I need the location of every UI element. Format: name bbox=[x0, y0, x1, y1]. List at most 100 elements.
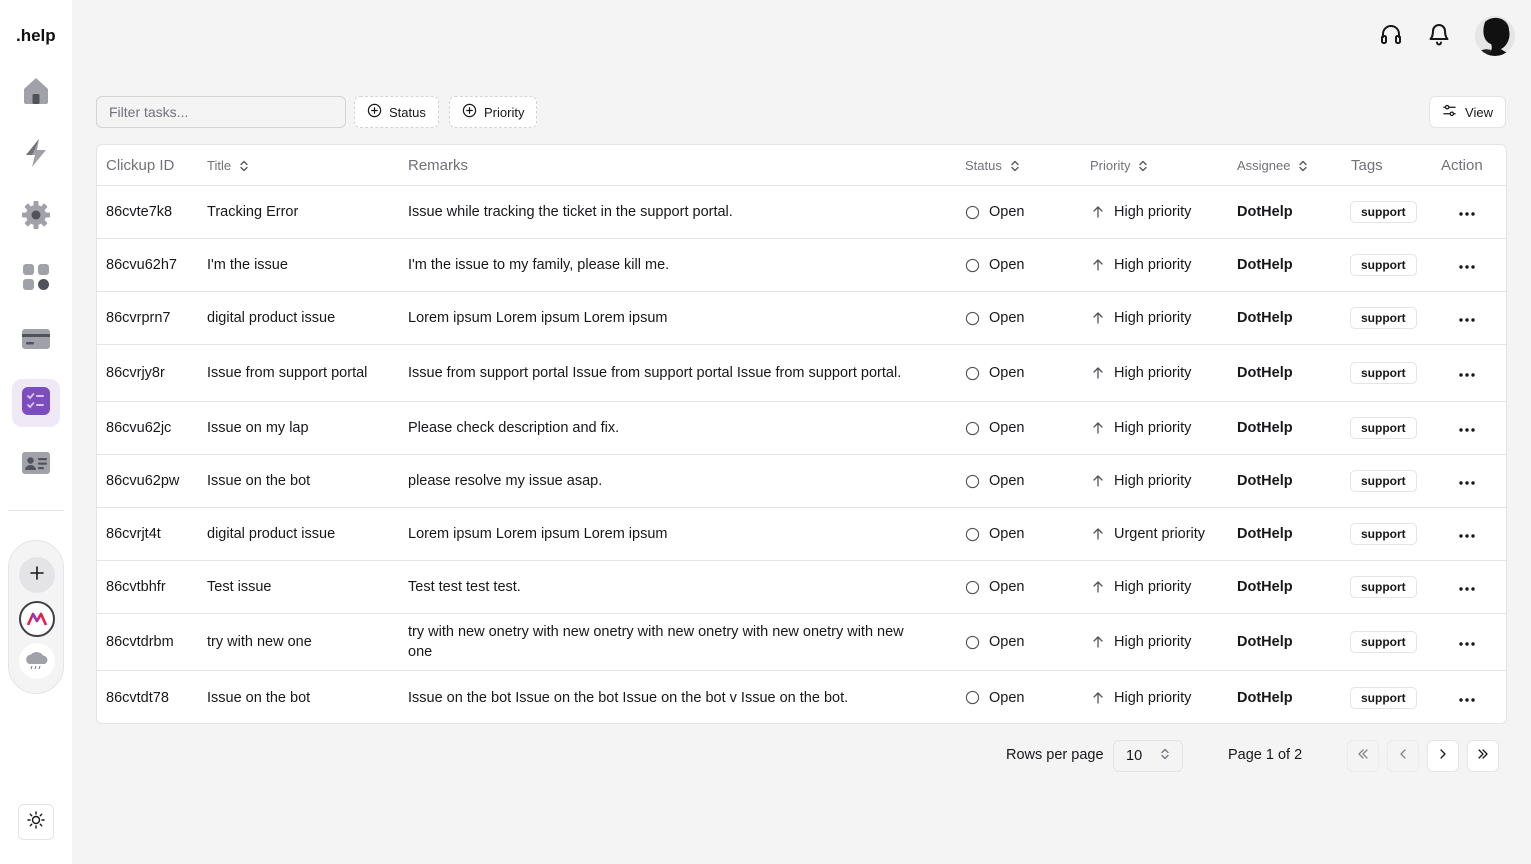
cell-remarks: Issue while tracking the ticket in the s… bbox=[408, 204, 733, 220]
table-row[interactable]: 86cvrjt4t digital product issue Lorem ip… bbox=[97, 508, 1506, 561]
cell-priority: Urgent priority bbox=[1091, 508, 1205, 560]
status-text: Open bbox=[989, 257, 1025, 273]
brand-logo[interactable]: .help bbox=[16, 26, 56, 46]
tasks-table: Clickup ID Title Remarks Status Priority… bbox=[96, 144, 1507, 724]
cell-action bbox=[1451, 345, 1483, 401]
cell-tags: support bbox=[1350, 614, 1417, 670]
filter-tasks-input[interactable] bbox=[96, 96, 346, 128]
add-workspace-button[interactable] bbox=[19, 557, 55, 593]
row-actions-button[interactable] bbox=[1451, 465, 1483, 497]
row-actions-button[interactable] bbox=[1451, 196, 1483, 228]
contact-card-icon bbox=[20, 447, 52, 484]
table-row[interactable]: 86cvu62jc Issue on my lap Please check d… bbox=[97, 402, 1506, 455]
cell-clickup-id: 86cvtdt78 bbox=[106, 689, 169, 706]
cell-title: Issue on my lap bbox=[207, 420, 309, 436]
row-actions-button[interactable] bbox=[1451, 626, 1483, 658]
cell-priority: High priority bbox=[1091, 292, 1191, 344]
rows-per-page-label: Rows per page bbox=[1006, 747, 1104, 763]
table-row[interactable]: 86cvu62pw Issue on the bot please resolv… bbox=[97, 455, 1506, 508]
table-row[interactable]: 86cvu62h7 I'm the issue I'm the issue to… bbox=[97, 239, 1506, 292]
row-actions-button[interactable] bbox=[1451, 571, 1483, 603]
row-actions-button[interactable] bbox=[1451, 302, 1483, 334]
support-headset-button[interactable] bbox=[1377, 22, 1405, 50]
table-row[interactable]: 86cvtdt78 Issue on the bot Issue on the … bbox=[97, 671, 1506, 723]
chevron-up-down-icon bbox=[1160, 748, 1170, 764]
cell-priority: High priority bbox=[1091, 455, 1191, 507]
workspace-m-logo[interactable] bbox=[19, 601, 55, 637]
previous-page-button[interactable] bbox=[1387, 740, 1419, 772]
arrow-up-icon bbox=[1091, 580, 1105, 594]
priority-text: High priority bbox=[1114, 204, 1192, 220]
circle-icon bbox=[965, 690, 980, 705]
priority-text: High priority bbox=[1114, 634, 1192, 650]
nav-settings[interactable] bbox=[12, 193, 60, 241]
col-title[interactable]: Title bbox=[207, 145, 249, 186]
col-action-label: Action bbox=[1441, 157, 1483, 174]
credit-card-icon bbox=[20, 323, 52, 360]
arrow-up-icon bbox=[1091, 474, 1105, 488]
nav-contacts[interactable] bbox=[12, 441, 60, 489]
tag-badge: support bbox=[1350, 523, 1417, 545]
cell-status: Open bbox=[965, 671, 1025, 723]
cell-action bbox=[1451, 239, 1483, 291]
row-actions-button[interactable] bbox=[1451, 357, 1483, 389]
table-row[interactable]: 86cvrjy8r Issue from support portal Issu… bbox=[97, 345, 1506, 402]
headset-icon bbox=[1379, 22, 1403, 51]
cell-priority: High priority bbox=[1091, 239, 1191, 291]
col-status[interactable]: Status bbox=[965, 145, 1020, 186]
table-row[interactable]: 86cvrprn7 digital product issue Lorem ip… bbox=[97, 292, 1506, 345]
user-avatar[interactable] bbox=[1475, 16, 1515, 56]
cell-status: Open bbox=[965, 561, 1024, 613]
priority-text: High priority bbox=[1114, 579, 1192, 595]
status-filter-button[interactable]: Status bbox=[354, 96, 439, 128]
nav-apps[interactable] bbox=[12, 255, 60, 303]
first-page-button[interactable] bbox=[1347, 740, 1379, 772]
col-priority[interactable]: Priority bbox=[1090, 145, 1148, 186]
last-page-button[interactable] bbox=[1467, 740, 1499, 772]
cell-tags: support bbox=[1350, 455, 1417, 507]
row-actions-button[interactable] bbox=[1451, 412, 1483, 444]
rows-per-page-select[interactable]: 10 bbox=[1113, 740, 1183, 772]
cell-status: Open bbox=[965, 239, 1024, 291]
theme-toggle-button[interactable] bbox=[18, 804, 54, 840]
more-horizontal-icon bbox=[1459, 526, 1475, 542]
col-assignee[interactable]: Assignee bbox=[1237, 145, 1308, 186]
cell-remarks: Issue from support portal Issue from sup… bbox=[408, 365, 902, 381]
sun-icon bbox=[27, 810, 45, 834]
workspace-cloud-logo[interactable] bbox=[19, 643, 55, 679]
nav-automation[interactable] bbox=[12, 131, 60, 179]
plus-icon bbox=[30, 565, 44, 585]
nav-billing[interactable] bbox=[12, 317, 60, 365]
table-row[interactable]: 86cvtdrbm try with new one try with new … bbox=[97, 614, 1506, 671]
plus-circle-icon bbox=[462, 103, 477, 121]
view-options-button[interactable]: View bbox=[1429, 96, 1506, 128]
status-text: Open bbox=[989, 634, 1025, 650]
table-row[interactable]: 86cvte7k8 Tracking Error Issue while tra… bbox=[97, 186, 1506, 239]
cell-action bbox=[1451, 402, 1483, 454]
row-actions-button[interactable] bbox=[1451, 518, 1483, 550]
cell-tags: support bbox=[1350, 508, 1417, 560]
lightning-icon bbox=[20, 137, 52, 174]
priority-text: High priority bbox=[1114, 365, 1192, 381]
status-text: Open bbox=[989, 689, 1025, 706]
chevrons-right-icon bbox=[1476, 747, 1490, 766]
cell-remarks: Lorem ipsum Lorem ipsum Lorem ipsum bbox=[408, 526, 668, 542]
cell-assignee: DotHelp bbox=[1237, 420, 1293, 436]
row-actions-button[interactable] bbox=[1451, 249, 1483, 281]
cell-assignee: DotHelp bbox=[1237, 365, 1293, 381]
col-status-label: Status bbox=[965, 158, 1002, 173]
status-text: Open bbox=[989, 526, 1025, 542]
table-row[interactable]: 86cvtbhfr Test issue Test test test test… bbox=[97, 561, 1506, 614]
next-page-button[interactable] bbox=[1427, 740, 1459, 772]
chevrons-left-icon bbox=[1356, 747, 1370, 766]
nav-home[interactable] bbox=[12, 69, 60, 117]
more-horizontal-icon bbox=[1459, 365, 1475, 381]
cell-action bbox=[1451, 671, 1483, 723]
priority-filter-button[interactable]: Priority bbox=[449, 96, 538, 128]
tag-badge: support bbox=[1350, 307, 1417, 329]
row-actions-button[interactable] bbox=[1451, 682, 1483, 714]
table-header: Clickup ID Title Remarks Status Priority… bbox=[97, 145, 1506, 186]
arrow-up-icon bbox=[1091, 205, 1105, 219]
nav-tasks[interactable] bbox=[12, 379, 60, 427]
notifications-button[interactable] bbox=[1425, 22, 1453, 50]
